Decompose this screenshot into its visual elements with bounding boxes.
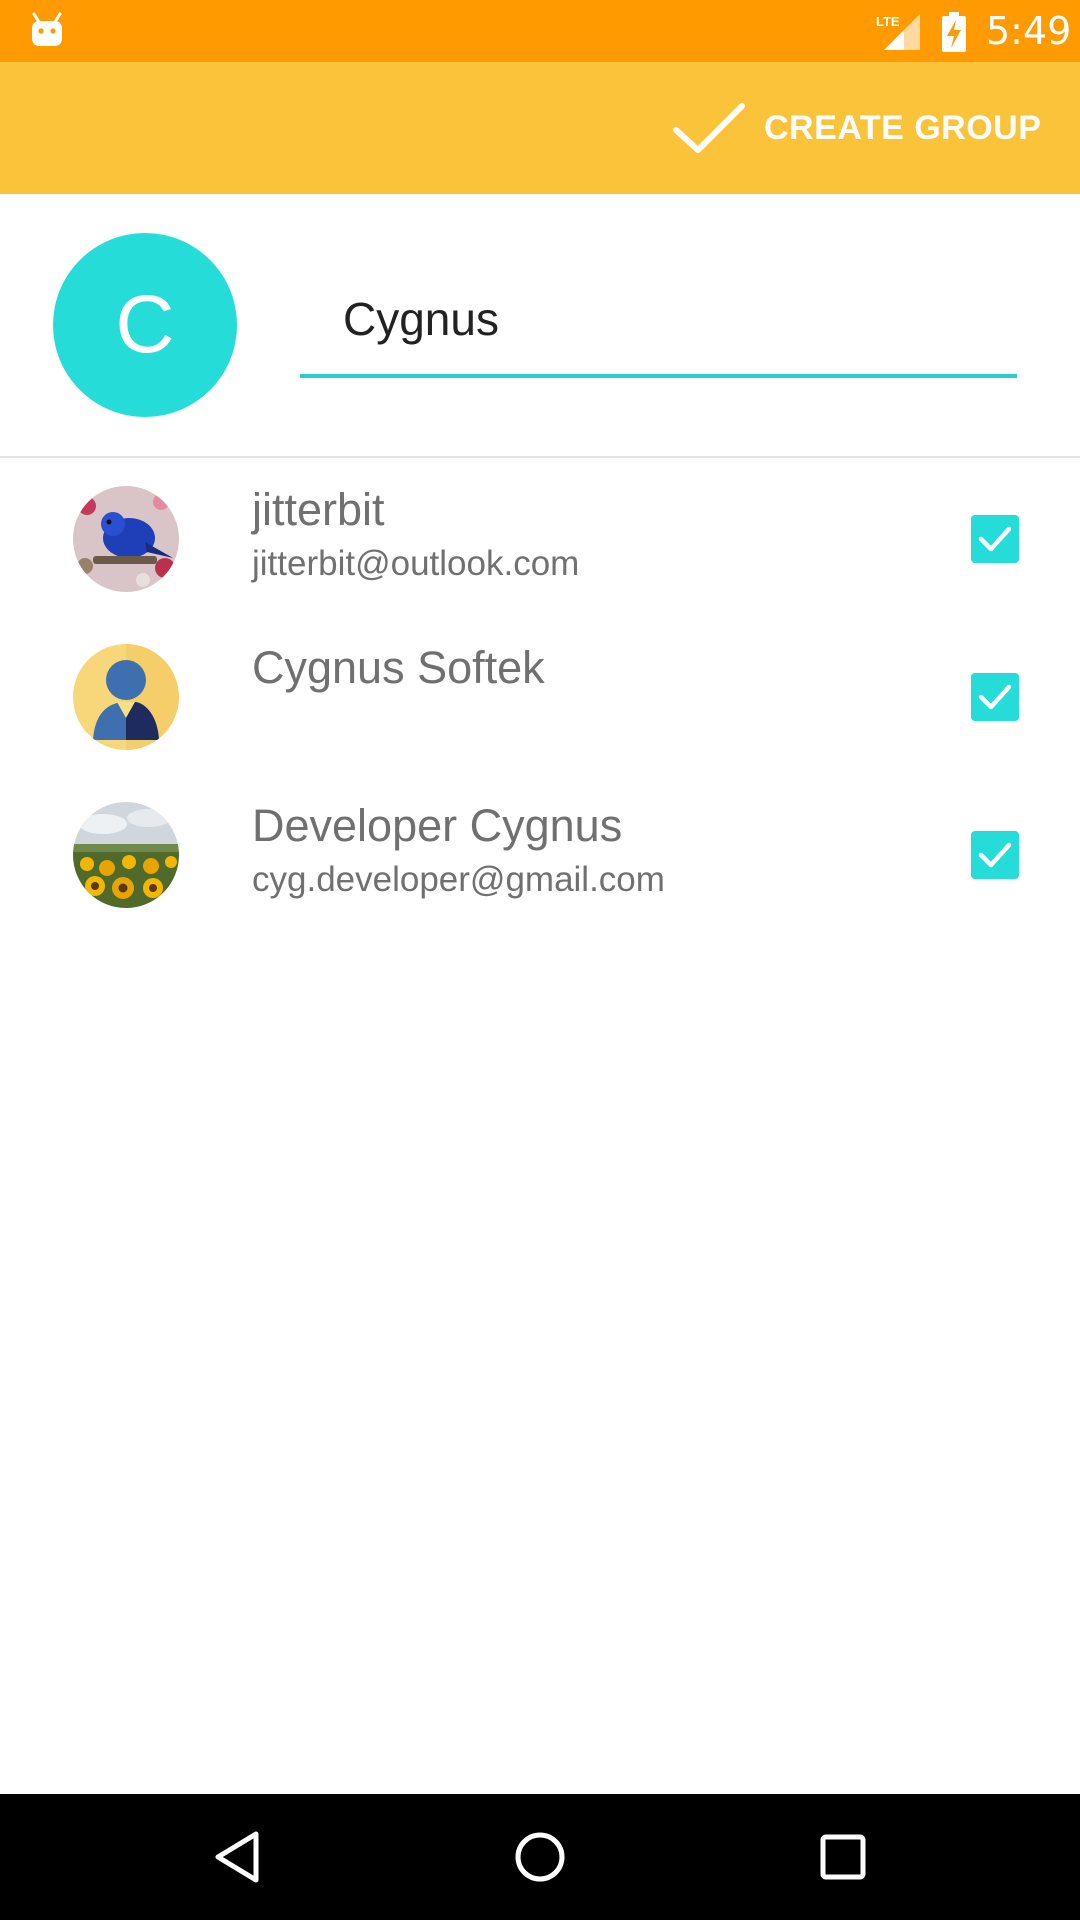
group-header: C: [0, 194, 1080, 458]
recents-icon: [820, 1834, 866, 1880]
lte-signal-icon: LTE: [876, 14, 920, 50]
check-icon: [673, 103, 745, 153]
contact-list: jitterbit jitterbit@outlook.com Cygnus S…: [0, 460, 1080, 934]
contact-checkbox[interactable]: [971, 515, 1019, 563]
status-bar: LTE 5:49: [0, 0, 1080, 62]
group-avatar-letter: C: [115, 279, 175, 370]
contact-name: jitterbit: [252, 484, 385, 535]
contact-avatar: [73, 802, 179, 908]
contact-name: Developer Cygnus: [252, 800, 623, 851]
checkmark-icon: [978, 684, 1012, 710]
group-avatar[interactable]: C: [53, 233, 237, 417]
contact-row[interactable]: Developer Cygnus cyg.developer@gmail.com: [0, 776, 1080, 934]
create-group-button[interactable]: CREATE GROUP: [668, 62, 1068, 194]
group-name-input[interactable]: [300, 274, 1017, 378]
contact-email: jitterbit@outlook.com: [252, 544, 580, 583]
status-clock: 5:49: [986, 9, 1072, 53]
home-button[interactable]: [505, 1822, 575, 1892]
contact-row[interactable]: Cygnus Softek: [0, 618, 1080, 776]
toolbar: CREATE GROUP: [0, 62, 1080, 194]
contact-checkbox[interactable]: [971, 831, 1019, 879]
contact-row[interactable]: jitterbit jitterbit@outlook.com: [0, 460, 1080, 618]
lte-label: LTE: [876, 14, 900, 29]
contact-avatar: [73, 644, 179, 750]
home-icon: [515, 1832, 565, 1882]
contact-name: Cygnus Softek: [252, 642, 545, 693]
recents-button[interactable]: [808, 1822, 878, 1892]
screen: LTE 5:49 CREATE GROUP C Cygnus jitterbit…: [0, 0, 1080, 1920]
create-group-label: CREATE GROUP: [764, 108, 1042, 147]
back-button[interactable]: [202, 1822, 272, 1892]
sunflower-field-photo-icon: [73, 802, 179, 908]
contact-avatar: [73, 486, 179, 592]
back-icon: [215, 1831, 259, 1883]
navigation-bar: [0, 1794, 1080, 1920]
battery-charging-icon: [942, 12, 966, 52]
contact-email: cyg.developer@gmail.com: [252, 860, 665, 899]
default-person-avatar-icon: [73, 644, 179, 750]
android-debug-icon: [32, 12, 62, 46]
checkmark-icon: [978, 526, 1012, 552]
checkmark-icon: [978, 842, 1012, 868]
bluebird-photo-icon: [73, 486, 179, 592]
contact-checkbox[interactable]: [971, 673, 1019, 721]
